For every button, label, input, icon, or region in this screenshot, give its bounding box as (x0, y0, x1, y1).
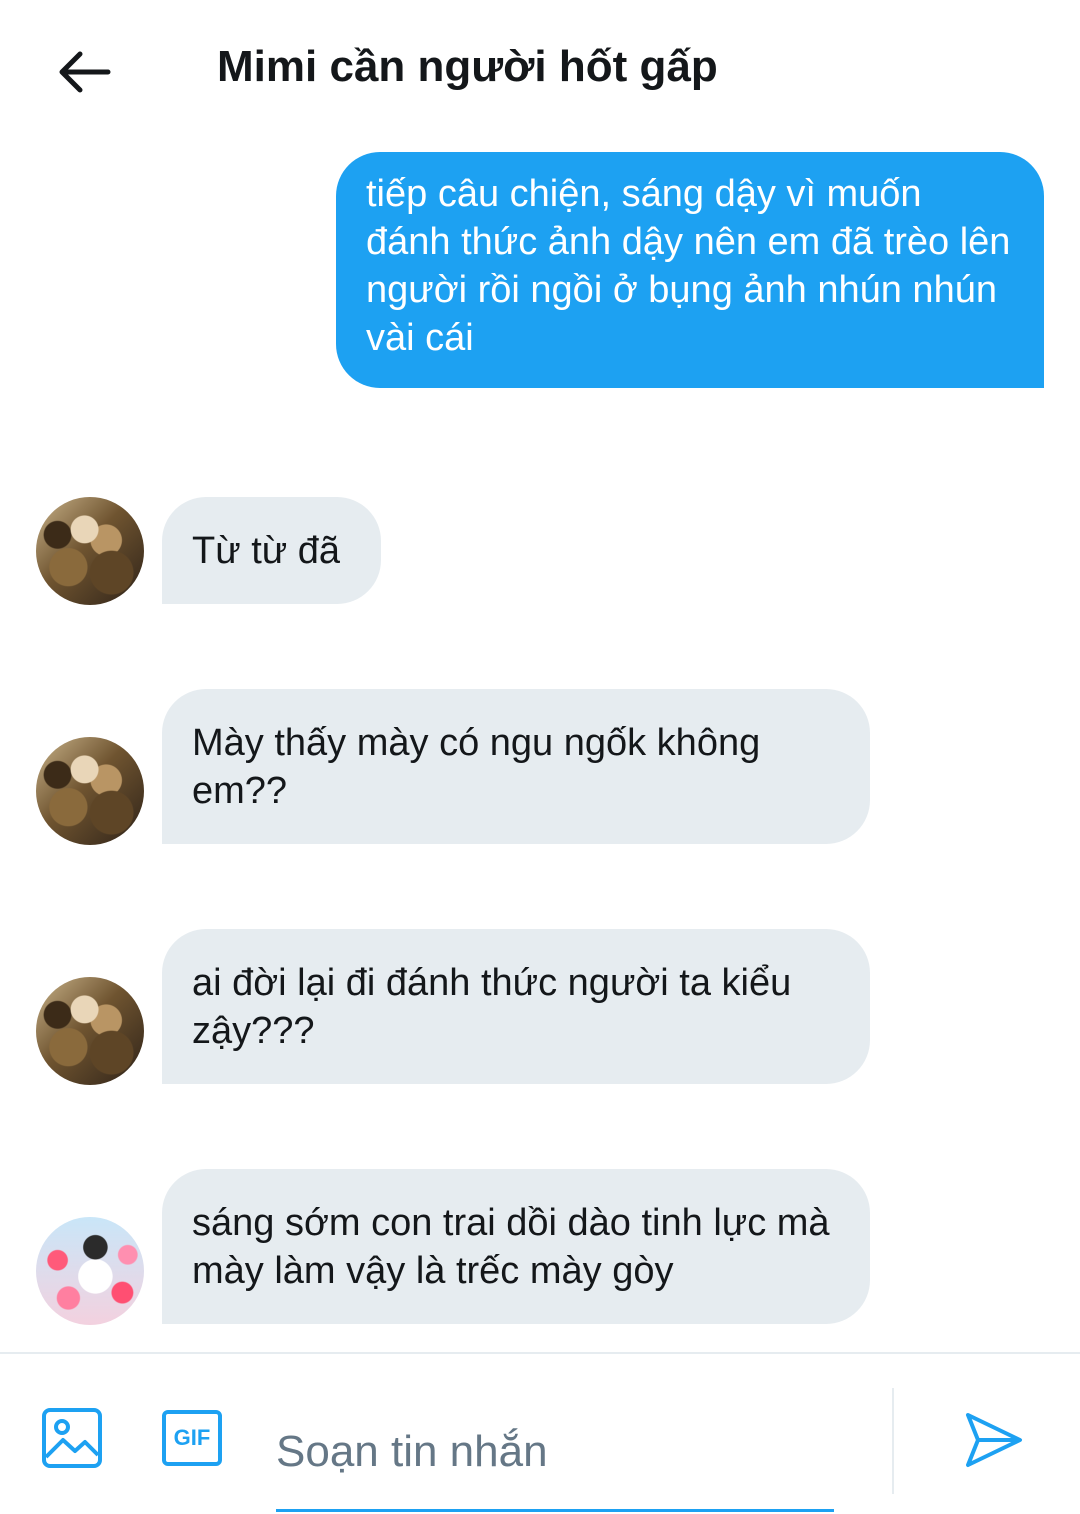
sender-avatar[interactable] (36, 977, 144, 1085)
image-icon (42, 1408, 102, 1468)
send-icon (966, 1413, 1022, 1467)
sender-avatar[interactable] (36, 1217, 144, 1325)
gif-icon: GIF (162, 1410, 222, 1466)
received-message-bubble[interactable]: ai đời lại đi đánh thức người ta kiểu zậ… (162, 929, 870, 1084)
received-message-bubble[interactable]: sáng sớm con trai dồi dào tinh lực mà mà… (162, 1169, 870, 1324)
arrow-left-icon (59, 51, 111, 93)
message-composer: GIF (0, 1354, 1080, 1514)
sent-message-bubble[interactable]: tiếp câu chiện, sáng dậy vì muốn đánh th… (336, 152, 1044, 388)
back-button[interactable] (52, 40, 116, 104)
conversation-header: Mimi cần người hốt gấp (0, 0, 1080, 140)
sender-avatar[interactable] (36, 737, 144, 845)
add-media-button[interactable] (38, 1404, 106, 1472)
sender-avatar[interactable] (36, 497, 144, 605)
received-message-bubble[interactable]: Mày thấy mày có ngu ngốk không em?? (162, 689, 870, 844)
message-input[interactable] (276, 1394, 834, 1512)
add-gif-button[interactable]: GIF (158, 1404, 226, 1472)
conversation-title: Mimi cần người hốt gấp (217, 42, 718, 91)
received-message-bubble[interactable]: Từ từ đã (162, 497, 381, 604)
send-button[interactable] (958, 1404, 1030, 1476)
composer-separator (892, 1388, 894, 1494)
